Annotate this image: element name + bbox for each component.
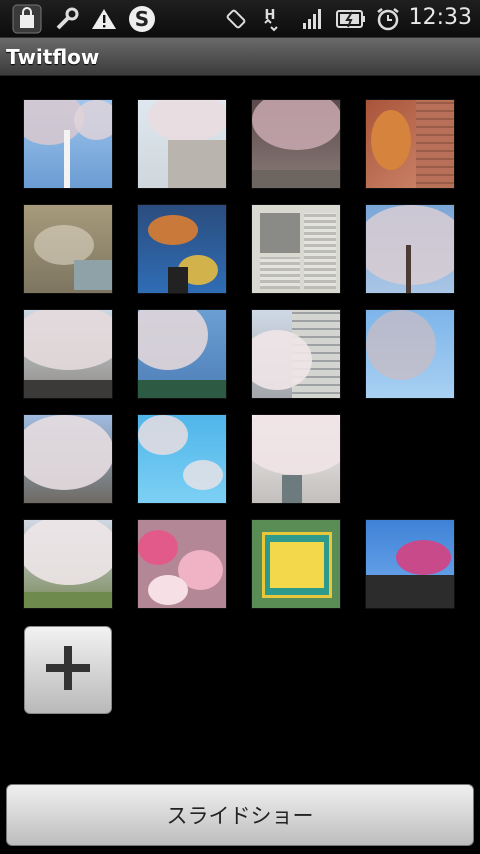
photo-thumbnail[interactable] — [365, 309, 455, 399]
svg-text:S: S — [135, 7, 149, 31]
photo-thumbnail[interactable] — [137, 99, 227, 189]
photo-thumbnail[interactable] — [23, 519, 113, 609]
data-h-icon: H — [258, 4, 282, 34]
photo-thumbnail[interactable] — [365, 99, 455, 189]
signal-icon — [300, 4, 326, 34]
skype-icon: S — [126, 4, 158, 34]
photo-thumbnail[interactable] — [137, 309, 227, 399]
app-title-bar: Twitflow — [0, 38, 480, 76]
bag-icon — [10, 4, 44, 34]
rotate-icon — [222, 4, 250, 34]
plus-icon — [40, 640, 96, 700]
photo-thumbnail[interactable] — [137, 414, 227, 504]
clock-time: 12:33 — [408, 5, 472, 30]
photo-thumbnail[interactable] — [251, 99, 341, 189]
photo-thumbnail[interactable] — [137, 204, 227, 294]
photo-thumbnail[interactable] — [23, 309, 113, 399]
warning-icon — [90, 4, 118, 34]
slideshow-label: スライドショー — [166, 804, 314, 828]
photo-thumbnail[interactable] — [251, 309, 341, 399]
photo-thumbnail[interactable] — [137, 519, 227, 609]
photo-thumbnail[interactable] — [23, 204, 113, 294]
photo-thumbnail[interactable] — [23, 414, 113, 504]
wrench-icon — [52, 4, 82, 34]
photo-thumbnail[interactable] — [365, 519, 455, 609]
app-title: Twitflow — [6, 45, 100, 69]
status-bar: S H 12:33 — [0, 0, 480, 38]
battery-icon — [336, 4, 366, 34]
photo-thumbnail[interactable] — [251, 414, 341, 504]
alarm-icon — [374, 4, 402, 34]
photo-thumbnail[interactable] — [365, 204, 455, 294]
photo-thumbnail[interactable] — [251, 204, 341, 294]
slideshow-button[interactable]: スライドショー — [6, 784, 474, 846]
photo-thumbnail[interactable] — [23, 99, 113, 189]
add-photo-button[interactable] — [24, 626, 112, 714]
photo-thumbnail[interactable] — [251, 519, 341, 609]
